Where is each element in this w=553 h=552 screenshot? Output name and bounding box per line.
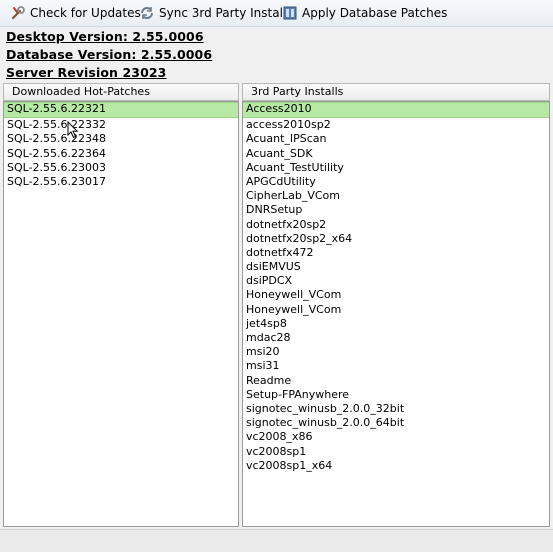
hotpatches-header: Downloaded Hot-Patches — [3, 83, 239, 101]
install-item[interactable]: Setup-FPAnywhere — [243, 388, 549, 402]
sync-icon — [139, 5, 155, 21]
install-item[interactable]: dsiPDCX — [243, 274, 549, 288]
toolbar: Check for Updates Sync 3rd Party Install… — [0, 0, 553, 27]
install-item[interactable]: dsiEMVUS — [243, 260, 549, 274]
database-version: Database Version: 2.55.0006 — [6, 47, 213, 62]
install-item[interactable]: mdac28 — [243, 331, 549, 345]
sync-3rd-party-installs-label: Sync 3rd Party Installs — [159, 6, 293, 20]
install-item[interactable]: signotec_winusb_2.0.0_64bit — [243, 416, 549, 430]
hotpatch-item[interactable]: SQL-2.55.6.23017 — [4, 175, 238, 189]
install-item[interactable]: DNRSetup — [243, 203, 549, 217]
install-item[interactable]: Honeywell_VCom — [243, 303, 549, 317]
installs-header: 3rd Party Installs — [242, 83, 550, 101]
desktop-version: Desktop Version: 2.55.0006 — [6, 29, 204, 44]
apply-database-patches-button[interactable]: Apply Database Patches — [282, 4, 447, 22]
hotpatches-list[interactable]: SQL-2.55.6.22321 SQL-2.55.6.22332 SQL-2.55… — [3, 101, 239, 527]
install-item[interactable]: msi31 — [243, 359, 549, 373]
check-for-updates-label: Check for Updates — [30, 6, 141, 20]
hotpatch-item[interactable]: SQL-2.55.6.23003 — [4, 161, 238, 175]
install-item[interactable]: vc2008sp1 — [243, 445, 549, 459]
install-item[interactable]: dotnetfx472 — [243, 246, 549, 260]
install-item[interactable]: Honeywell_VCom — [243, 288, 549, 302]
install-item[interactable]: Acuant_SDK — [243, 147, 549, 161]
install-item[interactable]: jet4sp8 — [243, 317, 549, 331]
installs-list[interactable]: Access2010 access2010sp2 Acuant_IPScan Acua… — [242, 101, 550, 527]
install-item[interactable]: vc2008sp1_x64 — [243, 459, 549, 473]
check-for-updates-button[interactable]: Check for Updates — [10, 4, 141, 22]
install-item[interactable]: signotec_winusb_2.0.0_32bit — [243, 402, 549, 416]
hotpatch-item[interactable]: SQL-2.55.6.22332 — [4, 118, 238, 132]
hotpatch-item[interactable]: SQL-2.55.6.22348 — [4, 132, 238, 146]
install-item[interactable]: access2010sp2 — [243, 118, 549, 132]
install-item[interactable]: Readme — [243, 374, 549, 388]
install-item[interactable]: dotnetfx20sp2_x64 — [243, 232, 549, 246]
server-revision: Server Revision 23023 — [6, 65, 167, 80]
install-item[interactable]: Acuant_TestUtility — [243, 161, 549, 175]
install-item[interactable]: Acuant_IPScan — [243, 132, 549, 146]
install-item[interactable]: CipherLab_VCom — [243, 189, 549, 203]
install-item[interactable]: APGCdUtility — [243, 175, 549, 189]
install-item[interactable]: Access2010 — [243, 102, 549, 119]
hotpatch-item[interactable]: SQL-2.55.6.22321 — [4, 102, 238, 119]
database-patch-icon — [282, 5, 298, 21]
sync-3rd-party-installs-button[interactable]: Sync 3rd Party Installs — [139, 4, 293, 22]
install-item[interactable]: vc2008_x86 — [243, 430, 549, 444]
install-item[interactable]: dotnetfx20sp2 — [243, 218, 549, 232]
wrench-icon — [10, 5, 26, 21]
install-item[interactable]: msi20 — [243, 345, 549, 359]
status-bar — [0, 529, 553, 552]
apply-database-patches-label: Apply Database Patches — [302, 6, 448, 20]
hotpatch-item[interactable]: SQL-2.55.6.22364 — [4, 147, 238, 161]
